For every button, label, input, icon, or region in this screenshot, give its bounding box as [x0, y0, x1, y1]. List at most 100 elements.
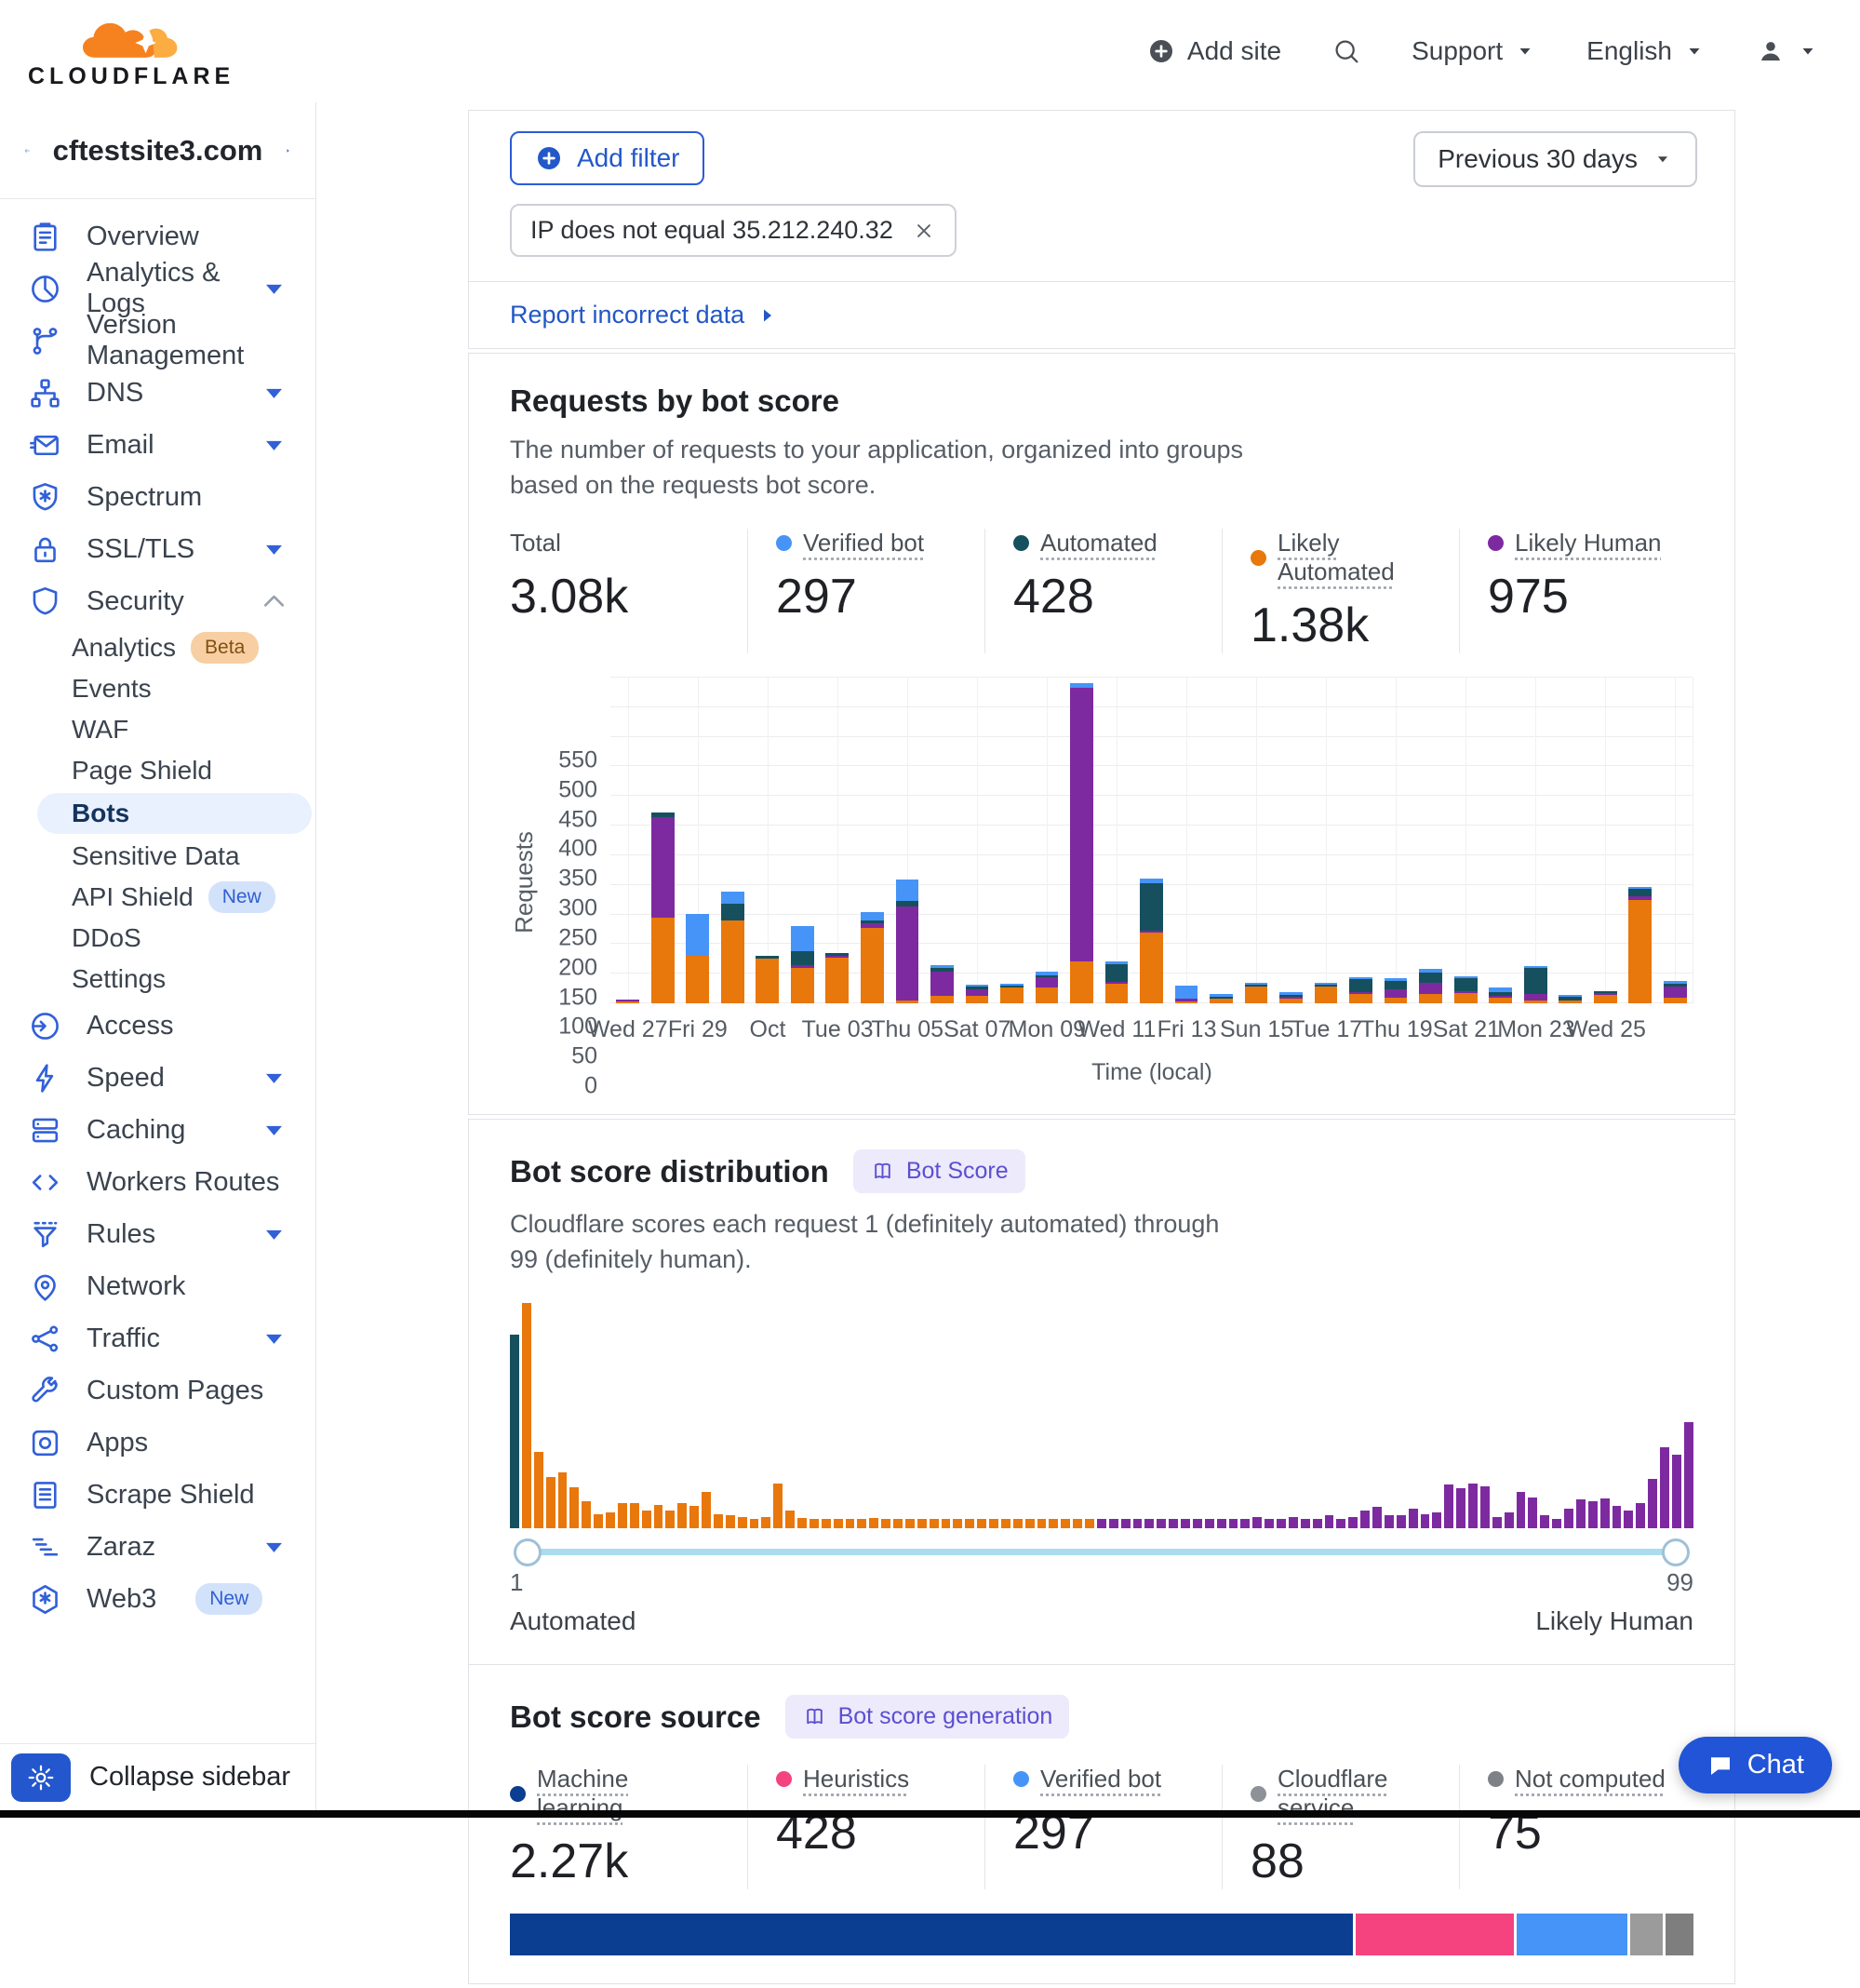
- sidebar-item-custom-pages[interactable]: Custom Pages: [0, 1364, 315, 1417]
- bar-segment-likely-automated: [1175, 1001, 1198, 1003]
- account-menu[interactable]: [1756, 36, 1819, 66]
- legend-dot: [510, 1786, 526, 1802]
- sidebar-item-security[interactable]: Security: [0, 575, 315, 627]
- settings-gear-button[interactable]: [11, 1753, 71, 1802]
- score-range-slider[interactable]: [519, 1549, 1684, 1555]
- histogram-bar-score-27: [822, 1519, 831, 1528]
- add-site-button[interactable]: Add site: [1146, 36, 1281, 66]
- sidebar-item-label: Zaraz: [87, 1532, 155, 1563]
- sidebar-item-label: DNS: [87, 378, 143, 409]
- doc-icon: [28, 1478, 62, 1512]
- chart-bar-slot: [1587, 678, 1623, 1003]
- sidebar-item-web3[interactable]: Web3New: [0, 1573, 315, 1625]
- sidebar-item-email[interactable]: Email: [0, 419, 315, 471]
- sidebar-item-page-shield[interactable]: Page Shield: [0, 750, 315, 791]
- legend-dot: [1251, 1786, 1266, 1802]
- sidebar-item-label: Network: [87, 1271, 185, 1302]
- source-segment-machine-learning: [510, 1914, 1353, 1955]
- sidebar-item-zaraz[interactable]: Zaraz: [0, 1521, 315, 1573]
- sidebar-item-sensitive-data[interactable]: Sensitive Data: [0, 836, 315, 877]
- bot-score-docs-badge[interactable]: Bot Score: [853, 1149, 1025, 1193]
- sidebar-item-network[interactable]: Network: [0, 1260, 315, 1312]
- bar-segment-automated: [1349, 979, 1372, 992]
- cloudflare-logo[interactable]: CLOUDFLARE: [28, 13, 234, 90]
- stat-value: 297: [776, 569, 957, 625]
- bar-segment-automated: [1105, 964, 1129, 982]
- slider-handle-max[interactable]: [1662, 1538, 1690, 1566]
- requests-card-title: Requests by bot score: [510, 383, 839, 419]
- bar-segment-likely-human: [1036, 977, 1059, 987]
- stat-value: 88: [1251, 1834, 1431, 1889]
- sidebar-item-scrape-shield[interactable]: Scrape Shield: [0, 1469, 315, 1521]
- stacked-bar: [686, 914, 709, 1003]
- sidebar-item-label: Version Management: [87, 310, 291, 371]
- histogram-bar-score-56: [1169, 1519, 1178, 1528]
- support-menu[interactable]: Support: [1412, 36, 1536, 66]
- histogram-bar-score-2: [522, 1303, 531, 1528]
- sidebar-item-workers-routes[interactable]: Workers Routes: [0, 1156, 315, 1208]
- close-icon[interactable]: [912, 219, 936, 243]
- search-button[interactable]: [1331, 36, 1361, 66]
- stat-label[interactable]: Not computed: [1515, 1765, 1666, 1793]
- stacked-bar: [861, 912, 884, 1003]
- sidebar-item-label: Page Shield: [72, 756, 212, 786]
- report-incorrect-data-link[interactable]: Report incorrect data: [510, 301, 744, 329]
- stat-label[interactable]: Likely Human: [1515, 529, 1662, 557]
- bar-segment-likely-automated: [1489, 998, 1512, 1003]
- bar-segment-likely-automated: [896, 1001, 919, 1003]
- stat-label[interactable]: Likely Automated: [1278, 529, 1431, 586]
- sidebar-item-access[interactable]: Access: [0, 1000, 315, 1052]
- sidebar-item-apps[interactable]: Apps: [0, 1417, 315, 1469]
- chart-bar-slot: [610, 678, 646, 1003]
- bar-segment-likely-automated: [1385, 998, 1408, 1003]
- back-arrow-icon[interactable]: [24, 134, 31, 168]
- sidebar-item-settings[interactable]: Settings: [0, 959, 315, 1000]
- stat-label[interactable]: Heuristics: [803, 1765, 909, 1793]
- sidebar-item-bots[interactable]: Bots: [37, 793, 312, 834]
- sidebar-item-caching[interactable]: Caching: [0, 1104, 315, 1156]
- sidebar-item-ddos[interactable]: DDoS: [0, 918, 315, 959]
- sidebar-item-label: Access: [87, 1011, 173, 1041]
- sidebar-item-label: Events: [72, 674, 152, 704]
- chat-button[interactable]: Chat: [1679, 1737, 1832, 1793]
- sidebar-item-rules[interactable]: Rules: [0, 1208, 315, 1260]
- sidebar-item-label: Security: [87, 586, 184, 617]
- stat-label[interactable]: Automated: [1040, 529, 1157, 557]
- bar-segment-likely-automated: [1000, 987, 1024, 1003]
- slider-handle-min[interactable]: [514, 1538, 542, 1566]
- histogram-bar-score-73: [1372, 1507, 1382, 1528]
- sidebar-item-analytics-logs[interactable]: Analytics & Logs: [0, 262, 315, 315]
- sidebar-item-label: Workers Routes: [87, 1167, 279, 1198]
- sidebar-item-label: DDoS: [72, 923, 141, 953]
- sidebar-item-dns[interactable]: DNS: [0, 367, 315, 419]
- sidebar-item-label: Overview: [87, 222, 199, 252]
- histogram-bar-score-75: [1397, 1515, 1406, 1528]
- slider-max-value: 99: [1666, 1568, 1693, 1597]
- histogram-bar-score-74: [1385, 1515, 1394, 1528]
- bot-score-source-section: Bot score source Bot score generation Ma…: [469, 1665, 1734, 1983]
- histogram-bar-score-62: [1240, 1519, 1250, 1528]
- chart-bar-slot: [959, 678, 995, 1003]
- sidebar-item-waf[interactable]: WAF: [0, 709, 315, 750]
- hexagon-icon: [28, 1582, 62, 1617]
- sidebar-item-speed[interactable]: Speed: [0, 1052, 315, 1104]
- stat-label[interactable]: Verified bot: [1040, 1765, 1161, 1793]
- caret-right-icon[interactable]: [285, 134, 291, 168]
- stacked-bar: [791, 926, 814, 1003]
- sidebar-item-ssl-tls[interactable]: SSL/TLS: [0, 523, 315, 575]
- sidebar-item-api-shield[interactable]: API ShieldNew: [0, 877, 315, 918]
- sidebar-item-version-management[interactable]: Version Management: [0, 315, 315, 367]
- add-filter-button[interactable]: Add filter: [510, 131, 704, 185]
- date-range-dropdown[interactable]: Previous 30 days: [1413, 131, 1697, 187]
- sidebar-item-traffic[interactable]: Traffic: [0, 1312, 315, 1364]
- collapse-sidebar-button[interactable]: Collapse sidebar: [89, 1762, 290, 1793]
- language-menu[interactable]: English: [1586, 36, 1706, 66]
- sidebar-item-spectrum[interactable]: Spectrum: [0, 471, 315, 523]
- stat-label[interactable]: Verified bot: [803, 529, 924, 557]
- sidebar-item-analytics[interactable]: AnalyticsBeta: [0, 627, 315, 668]
- site-name: cftestsite3.com: [53, 134, 263, 168]
- x-tick: Oct: [750, 1016, 786, 1043]
- bot-score-generation-badge[interactable]: Bot score generation: [785, 1695, 1070, 1739]
- sidebar-item-events[interactable]: Events: [0, 668, 315, 709]
- sidebar-item-overview[interactable]: Overview: [0, 210, 315, 262]
